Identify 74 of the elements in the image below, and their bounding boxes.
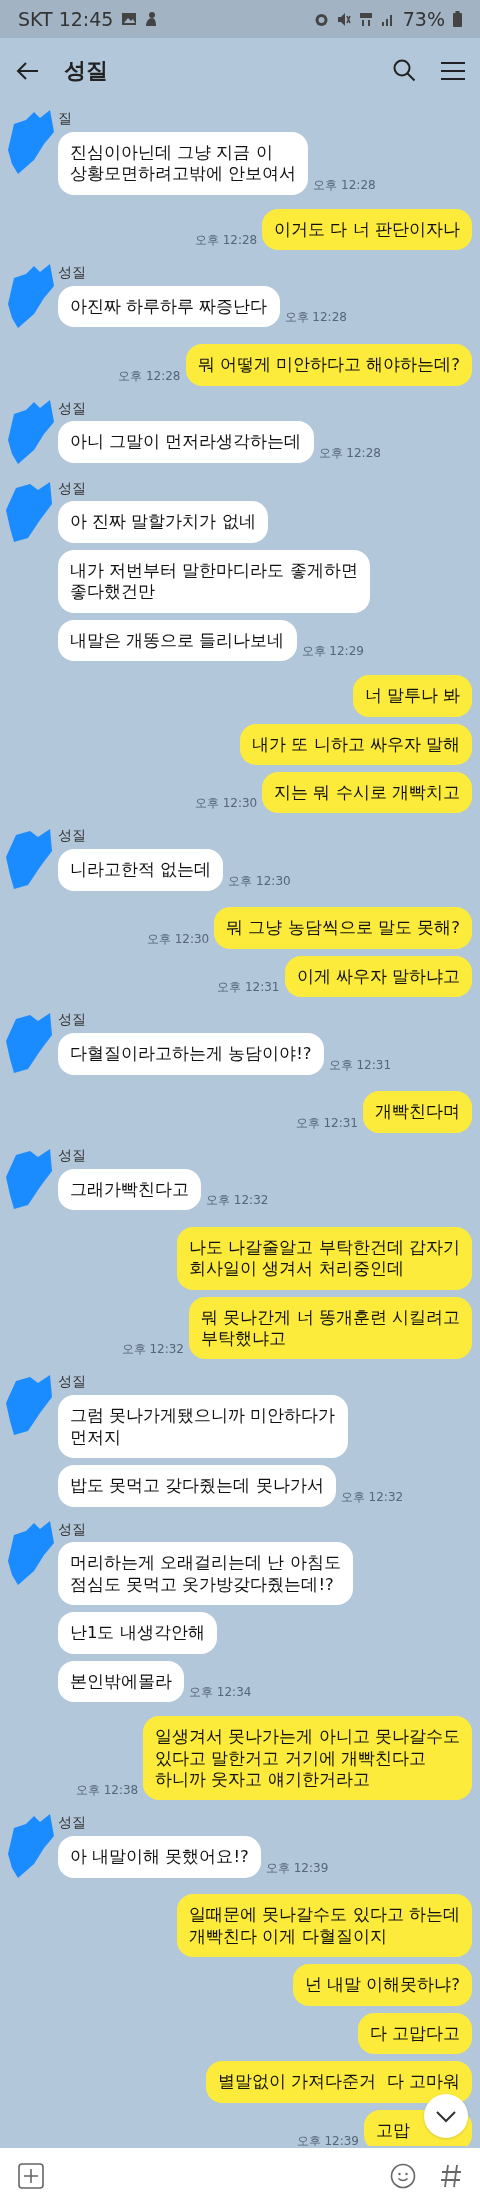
message-time: 오후 12:28 [318,444,381,462]
sender-name: 성질 [58,1146,87,1164]
message-time: 오후 12:39 [265,1859,329,1877]
received-message: 밥도 못먹고 갖다줬는데 못나가서 [58,1465,336,1507]
message-time: 오후 12:32 [121,1341,184,1359]
sender-name: 질 [58,110,73,127]
message-time: 오후 12:32 [206,1191,269,1209]
sent-message: 나도 나갈줄알고 부탁한건데 갑자기 회사일이 생겨서 처리중인데 [177,1226,472,1290]
message-time: 오후 12:29 [301,643,364,661]
received-message: 니라고한적 없는데 [58,849,224,891]
alarm-icon [313,11,329,27]
image-icon [121,12,138,26]
figure-icon [145,11,158,27]
sent-message: 이거도 다 너 판단이자나 [262,208,472,251]
sent-message: 뭐 어떻게 미안하다고 해야하는데? [185,344,472,386]
message-time: 오후 12:39 [296,2133,359,2146]
sender-name: 성질 [58,1011,87,1029]
received-message: 본인밖에몰라 [58,1660,184,1703]
sent-message: 넌 내말 이해못하냐? [292,1964,472,2006]
sender-name: 성질 [58,1814,87,1832]
sent-message: 뭐 그냥 농담씩으로 말도 못해? [214,907,472,949]
message-time: 오후 12:30 [228,872,291,890]
message-time: 오후 12:28 [118,367,181,385]
chevron-down-icon [436,2110,456,2123]
sent-message: 이게 싸우자 말하냐고 [284,955,472,998]
message-time: 오후 12:28 [313,176,376,194]
sent-message: 지는 뭐 수시로 개빡치고 [262,771,472,814]
message-time: 오후 12:34 [189,1684,252,1702]
message-time: 오후 12:28 [284,309,347,327]
message-time: 오후 12:38 [75,1782,139,1800]
received-message: 그래가빡친다고 [58,1168,201,1210]
battery-percent: 73% [402,6,445,32]
sender-name: 성질 [58,264,87,281]
sent-message: 일때문에 못나갈수도 있다고 하는데 개빡친다 이게 다혈질이지 [177,1894,472,1958]
sent-message: 너 말투나 봐 [352,675,472,717]
lte-icon [358,11,373,27]
sent-message: 내가 또 니하고 싸우자 말해 [240,723,472,765]
received-message: 진심이아닌데 그냥 지금 이 상황모면하려고밖에 안보여서 [58,131,309,195]
message-time: 오후 12:28 [194,232,258,250]
sender-name: 성질 [58,1520,87,1538]
add-button[interactable] [18,2163,44,2189]
sent-message: 일생겨서 못나가는게 아니고 못나갈수도 있다고 말한거고 거기에 개빡친다고 하니까 웃자고 얘기한거라고 [143,1716,472,1801]
emoji-button[interactable] [390,2163,416,2189]
received-message: 내가 저번부터 말한마디라도 좋게하면 좋다했건만 [58,549,370,613]
received-message: 머리하는게 오래걸리는데 난 아침도 점심도 못먹고 옷가방갖다줬는데!? [58,1542,353,1606]
message-time: 오후 12:30 [146,930,210,948]
status-time: SKT 12:45 [18,6,114,32]
sender-name: 성질 [58,827,87,845]
message-time: 오후 12:31 [295,1114,358,1132]
sent-message: 다 고맙다고 [357,2012,472,2055]
mute-icon [336,11,351,27]
received-message: 다혈질이라고하는게 농담이야!? [58,1033,324,1075]
sender-name: 성질 [58,479,87,497]
message-time: 오후 12:32 [340,1488,404,1506]
sender-name: 성질 [58,1373,87,1391]
received-message: 난1도 내생각안해 [58,1612,217,1654]
search-button[interactable] [392,57,416,83]
received-message: 내말은 개똥으로 들리나보네 [58,619,297,662]
received-message: 아진짜 하루하루 짜증난다 [58,285,280,328]
received-message: 아니 그말이 먼저라생각하는데 [58,421,314,463]
message-time: 오후 12:30 [194,795,258,813]
chat-title: 성질 [64,56,108,85]
hashtag-button[interactable] [440,2163,462,2189]
sent-message: 뭐 못나간게 너 똥개훈련 시킬려고 부탁했냐고 [189,1296,472,1360]
message-time: 오후 12:31 [328,1056,392,1074]
sent-message: 별말없이 가져다준거 다 고마워 [206,2061,472,2103]
received-message: 그럼 못나가게됐으니까 미안하다가 먼저지 [58,1395,348,1459]
sender-name: 성질 [58,399,87,417]
battery-icon [453,11,462,27]
received-message: 아 내말이해 못했어요!? [58,1836,261,1878]
message-time: 오후 12:31 [217,979,280,997]
received-message: 아 진짜 말할가치가 없네 [58,501,268,543]
sent-message: 개빡친다며 [363,1091,472,1133]
signal-icon [380,12,395,26]
